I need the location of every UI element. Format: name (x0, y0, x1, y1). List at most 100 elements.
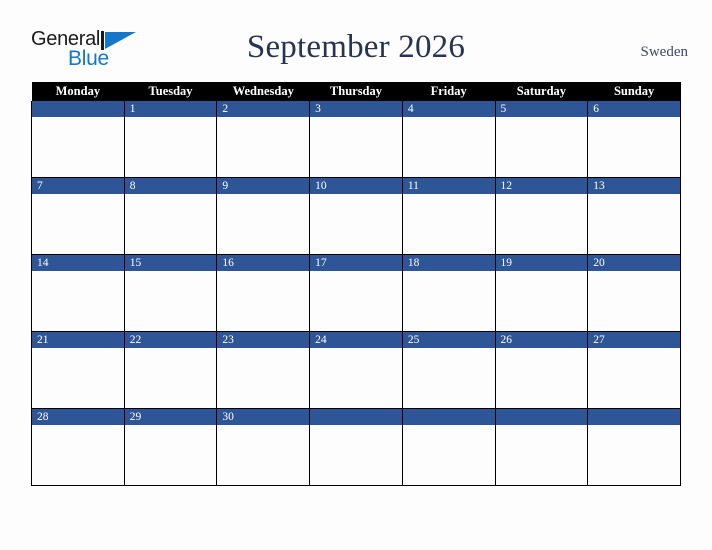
day-events-area[interactable] (124, 271, 217, 331)
day-number: 27 (588, 332, 680, 348)
country-label: Sweden (640, 44, 689, 60)
day-cell[interactable]: 7 (31, 177, 125, 255)
day-events-area[interactable] (32, 425, 124, 485)
day-cell[interactable]: 14 (31, 254, 125, 332)
day-number: 23 (217, 332, 310, 348)
day-events-area[interactable] (32, 194, 124, 254)
day-number: 25 (402, 332, 495, 348)
weekday-header-tuesday: Tuesday (124, 82, 217, 101)
day-events-area[interactable] (310, 348, 402, 408)
day-number: 7 (32, 178, 124, 194)
day-cell[interactable]: 1 (123, 101, 218, 178)
day-events-area[interactable] (310, 117, 402, 177)
day-events-area[interactable] (402, 117, 495, 177)
day-number: 21 (32, 332, 124, 348)
day-cell[interactable]: 3 (309, 101, 403, 178)
day-events-area[interactable] (217, 194, 310, 254)
day-cell[interactable] (309, 408, 403, 486)
day-cell[interactable]: 15 (123, 254, 218, 332)
day-events-area[interactable] (217, 348, 310, 408)
day-number: 8 (124, 178, 217, 194)
day-number: 29 (124, 409, 217, 425)
day-cell[interactable]: 16 (216, 254, 311, 332)
day-events-area[interactable] (310, 425, 402, 485)
day-number: 4 (402, 101, 495, 117)
day-number: 9 (217, 178, 310, 194)
calendar-week-row: 1 2 3 4 5 6 (31, 101, 681, 178)
day-cell[interactable]: 5 (494, 101, 589, 178)
day-events-area[interactable] (124, 194, 217, 254)
calendar-header-row: Monday Tuesday Wednesday Thursday Friday… (31, 82, 681, 101)
day-number: 5 (495, 101, 588, 117)
day-number (495, 409, 588, 425)
calendar-week-row: 14 15 16 17 18 19 20 (31, 254, 681, 332)
day-events-area[interactable] (217, 117, 310, 177)
day-cell[interactable]: 23 (216, 331, 311, 409)
day-cell[interactable]: 26 (494, 331, 589, 409)
day-number (310, 409, 402, 425)
day-events-area[interactable] (124, 117, 217, 177)
day-cell[interactable] (31, 101, 125, 178)
day-cell[interactable]: 20 (587, 254, 681, 332)
day-cell[interactable] (494, 408, 589, 486)
day-cell[interactable]: 22 (123, 331, 218, 409)
day-cell[interactable]: 2 (216, 101, 311, 178)
weekday-header-thursday: Thursday (309, 82, 403, 101)
day-events-area[interactable] (495, 117, 588, 177)
day-cell[interactable]: 12 (494, 177, 589, 255)
day-events-area[interactable] (588, 425, 680, 485)
day-number (588, 409, 680, 425)
day-cell[interactable]: 6 (587, 101, 681, 178)
day-cell[interactable]: 29 (123, 408, 218, 486)
day-number: 12 (495, 178, 588, 194)
day-events-area[interactable] (402, 348, 495, 408)
day-cell[interactable]: 17 (309, 254, 403, 332)
day-events-area[interactable] (32, 271, 124, 331)
day-events-area[interactable] (402, 194, 495, 254)
day-events-area[interactable] (402, 271, 495, 331)
day-events-area[interactable] (402, 425, 495, 485)
calendar-week-row: 21 22 23 24 25 26 27 (31, 331, 681, 409)
day-events-area[interactable] (495, 425, 588, 485)
day-cell[interactable] (587, 408, 681, 486)
day-cell[interactable] (401, 408, 496, 486)
weekday-header-monday: Monday (31, 82, 125, 101)
day-cell[interactable]: 8 (123, 177, 218, 255)
day-cell[interactable]: 19 (494, 254, 589, 332)
day-number: 1 (124, 101, 217, 117)
day-events-area[interactable] (124, 425, 217, 485)
day-events-area[interactable] (495, 348, 588, 408)
day-cell[interactable]: 4 (401, 101, 496, 178)
day-cell[interactable]: 18 (401, 254, 496, 332)
day-cell[interactable]: 21 (31, 331, 125, 409)
day-events-area[interactable] (588, 117, 680, 177)
day-cell[interactable]: 24 (309, 331, 403, 409)
day-events-area[interactable] (310, 271, 402, 331)
day-events-area[interactable] (217, 425, 310, 485)
day-number: 11 (402, 178, 495, 194)
weekday-header-sunday: Sunday (587, 82, 681, 101)
day-events-area[interactable] (124, 348, 217, 408)
day-cell[interactable]: 30 (216, 408, 311, 486)
day-events-area[interactable] (588, 348, 680, 408)
day-events-area[interactable] (310, 194, 402, 254)
day-number: 30 (217, 409, 310, 425)
day-events-area[interactable] (217, 271, 310, 331)
day-cell[interactable]: 13 (587, 177, 681, 255)
day-number: 3 (310, 101, 402, 117)
day-cell[interactable]: 25 (401, 331, 496, 409)
day-number: 16 (217, 255, 310, 271)
day-cell[interactable]: 9 (216, 177, 311, 255)
day-events-area[interactable] (32, 117, 124, 177)
day-number: 18 (402, 255, 495, 271)
day-cell[interactable]: 10 (309, 177, 403, 255)
day-cell[interactable]: 11 (401, 177, 496, 255)
day-events-area[interactable] (32, 348, 124, 408)
day-events-area[interactable] (495, 194, 588, 254)
day-number: 2 (217, 101, 310, 117)
day-events-area[interactable] (588, 271, 680, 331)
day-cell[interactable]: 27 (587, 331, 681, 409)
day-cell[interactable]: 28 (31, 408, 125, 486)
day-events-area[interactable] (495, 271, 588, 331)
day-events-area[interactable] (588, 194, 680, 254)
